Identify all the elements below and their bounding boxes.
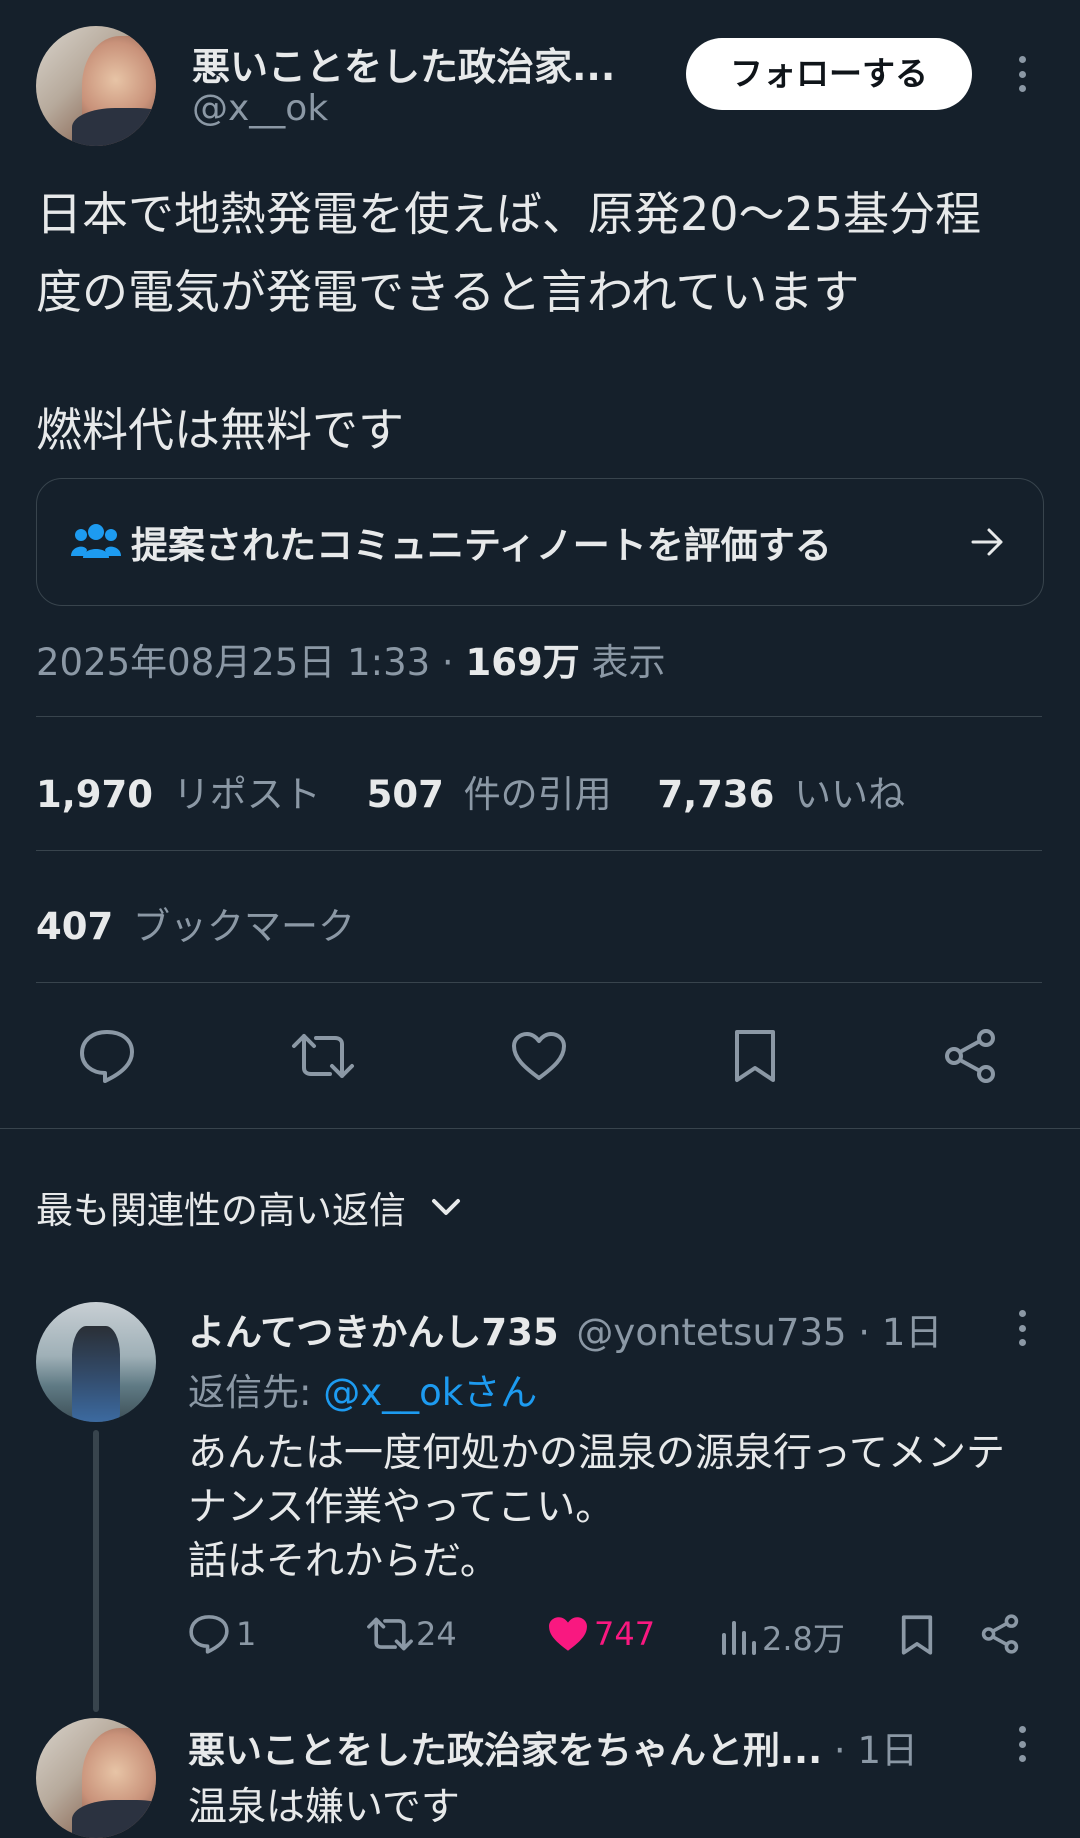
reply-text-line-1: あんたは一度何処かの温泉の源泉行ってメンテ — [188, 1431, 1006, 1476]
reply2-text: 温泉は嫌いです — [188, 1785, 460, 1830]
reply-more-icon[interactable] — [1016, 1310, 1028, 1346]
share-icon[interactable] — [980, 1614, 1020, 1654]
likes-label: いいね — [794, 773, 906, 816]
community-note-card[interactable]: 提案されたコミュニティノートを評価する — [36, 478, 1044, 606]
reply-display-name[interactable]: よんてつきかんし735 — [188, 1311, 559, 1354]
retweet-icon[interactable] — [290, 1030, 356, 1082]
author-handle[interactable]: @x__ok — [192, 88, 328, 129]
reply-text-line-3: 話はそれからだ。 — [188, 1539, 499, 1584]
likes-count: 7,736 — [657, 773, 775, 816]
reply-to-prefix: 返信先: — [188, 1371, 324, 1414]
stats-row: 1,970 リポスト 507 件の引用 7,736 いいね — [36, 764, 905, 818]
reposts-count: 1,970 — [36, 773, 154, 816]
divider — [36, 850, 1042, 851]
likes-stat[interactable]: 7,736 いいね — [657, 773, 905, 816]
views-label: 表示 — [579, 641, 666, 684]
bookmarks-label: ブックマーク — [133, 905, 355, 948]
share-icon[interactable] — [942, 1028, 998, 1084]
quotes-stat[interactable]: 507 件の引用 — [367, 773, 624, 816]
quotes-label: 件の引用 — [463, 773, 612, 816]
reply-avatar[interactable] — [36, 1302, 156, 1422]
reply-to: 返信先: @x__okさん — [188, 1362, 537, 1416]
replies-sort-dropdown[interactable]: 最も関連性の高い返信 — [36, 1180, 462, 1234]
views-icon — [720, 1617, 758, 1657]
reply-count: 1 — [236, 1615, 257, 1653]
tweet-text-line-3: 燃料代は無料です — [36, 403, 404, 457]
retweet-count: 24 — [416, 1615, 457, 1653]
community-people-icon — [71, 522, 121, 562]
reply2-avatar[interactable] — [36, 1718, 156, 1838]
follow-button[interactable]: フォローする — [686, 38, 972, 110]
reposts-stat[interactable]: 1,970 リポスト — [36, 773, 333, 816]
like-count: 747 — [594, 1615, 656, 1653]
bookmark-icon[interactable] — [900, 1614, 934, 1656]
reply-to-handle[interactable]: @x__okさん — [323, 1371, 537, 1414]
reply-action-like[interactable]: 747 — [546, 1614, 655, 1654]
reply2-more-icon[interactable] — [1016, 1726, 1028, 1762]
reply-action-views[interactable]: 2.8万 — [720, 1614, 845, 1660]
reply2-time[interactable]: · 1日 — [822, 1729, 918, 1772]
replies-sort-label: 最も関連性の高い返信 — [36, 1189, 406, 1232]
section-divider — [0, 1128, 1080, 1129]
tweet-text-line-2: 度の電気が発電できると言われています — [36, 265, 860, 319]
author-avatar[interactable] — [36, 26, 156, 146]
thread-line — [93, 1430, 99, 1712]
reply-icon — [188, 1614, 230, 1654]
reply-action-reply[interactable]: 1 — [188, 1614, 256, 1654]
divider — [36, 716, 1042, 717]
quotes-count: 507 — [366, 773, 444, 816]
more-options-icon[interactable] — [1016, 56, 1028, 92]
divider — [36, 982, 1042, 983]
reply2-header: 悪いことをした政治家をちゃんと刑... · 1日 — [188, 1720, 918, 1774]
bookmarks-count: 407 — [36, 905, 114, 948]
reposts-label: リポスト — [172, 773, 321, 816]
community-note-label: 提案されたコミュニティノートを評価する — [131, 524, 832, 567]
reply2-display-name[interactable]: 悪いことをした政治家をちゃんと刑... — [188, 1729, 822, 1772]
tweet-meta: 2025年08月25日 1:33 · 169万 表示 — [36, 632, 665, 686]
bookmarks-stat[interactable]: 407 ブックマーク — [36, 896, 355, 950]
reply-text-line-2: ナンス作業やってこい。 — [188, 1485, 615, 1530]
views-count: 2.8万 — [762, 1620, 845, 1658]
author-display-name[interactable]: 悪いことをした政治家... — [192, 36, 615, 91]
tweet-date[interactable]: 2025年08月25日 1:33 · — [36, 641, 465, 684]
heart-icon[interactable] — [510, 1030, 568, 1082]
heart-filled-icon — [546, 1614, 590, 1654]
reply-action-retweet[interactable]: 24 — [366, 1614, 457, 1654]
reply-handle-time[interactable]: @yontetsu735 · 1日 — [576, 1311, 942, 1354]
retweet-icon — [366, 1614, 414, 1654]
chevron-down-icon — [430, 1197, 462, 1217]
reply-header: よんてつきかんし735 @yontetsu735 · 1日 — [188, 1302, 942, 1356]
reply-icon[interactable] — [78, 1028, 136, 1084]
tweet-text-line-1: 日本で地熱発電を使えば、原発20〜25基分程 — [36, 187, 982, 241]
views-count: 169万 — [465, 641, 580, 684]
arrow-right-icon — [971, 527, 1005, 557]
bookmark-icon[interactable] — [732, 1028, 778, 1084]
